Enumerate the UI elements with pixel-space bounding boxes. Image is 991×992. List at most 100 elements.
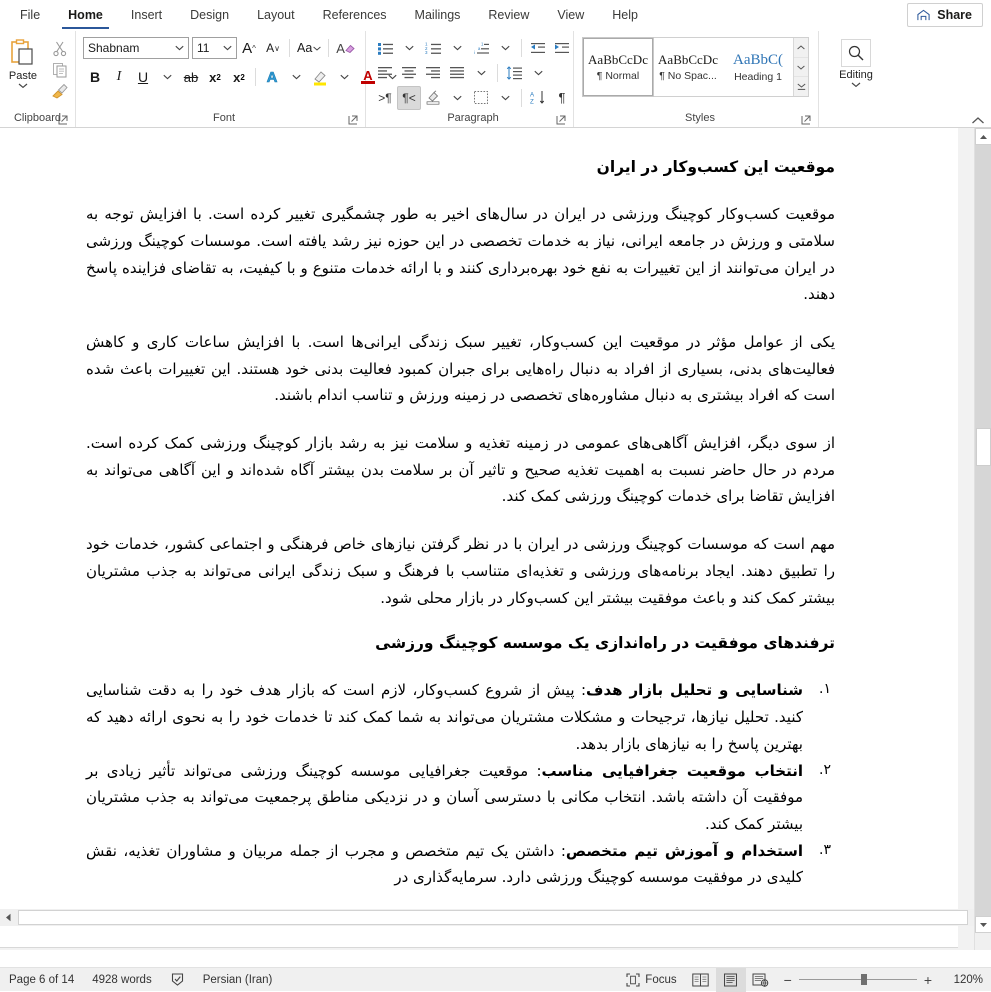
chevron-down-icon[interactable] [313, 46, 321, 51]
text-highlight-button[interactable] [308, 65, 332, 89]
show-marks-button[interactable]: ¶ [550, 86, 574, 110]
tab-home[interactable]: Home [54, 0, 117, 31]
scroll-up-button[interactable] [975, 128, 991, 145]
page-indicator[interactable]: Page 6 of 14 [0, 968, 83, 992]
tab-view[interactable]: View [543, 0, 598, 31]
zoom-slider-handle[interactable] [861, 974, 867, 985]
tab-references[interactable]: References [309, 0, 401, 31]
bullet-list-dropdown[interactable] [397, 36, 421, 60]
chevron-down-icon[interactable] [453, 45, 462, 51]
clear-formatting-button[interactable]: A [333, 36, 358, 60]
chevron-down-icon[interactable] [501, 95, 510, 101]
horizontal-scrollbar[interactable] [0, 909, 974, 926]
document-page[interactable]: موقعیت این کسب‌وکار در ایران موقعیت کسب‌… [0, 128, 958, 948]
clipboard-dialog-launcher-icon[interactable] [58, 115, 69, 126]
borders-dropdown[interactable] [493, 86, 517, 110]
strikethrough-button[interactable]: ab [179, 65, 203, 89]
tab-help[interactable]: Help [598, 0, 652, 31]
tab-file[interactable]: File [6, 0, 54, 31]
multilevel-list-dropdown[interactable] [493, 36, 517, 60]
language-indicator[interactable]: Persian (Iran) [194, 968, 282, 992]
ltr-text-direction-button[interactable]: >¶ [373, 86, 397, 110]
document-body[interactable]: موقعیت این کسب‌وکار در ایران موقعیت کسب‌… [0, 128, 958, 891]
collapse-ribbon-button[interactable] [971, 116, 985, 125]
read-mode-view-button[interactable] [686, 968, 716, 992]
document-canvas[interactable]: موقعیت این کسب‌وکار در ایران موقعیت کسب‌… [0, 128, 991, 950]
zoom-out-button[interactable]: − [784, 973, 792, 987]
zoom-control[interactable]: − + 120% [776, 973, 991, 987]
chevron-down-icon[interactable] [18, 82, 28, 89]
print-layout-view-button[interactable] [716, 968, 746, 992]
chevron-down-icon[interactable] [340, 74, 349, 80]
styles-more-button[interactable] [794, 77, 808, 96]
text-effects-dropdown[interactable] [284, 65, 308, 89]
vertical-scrollbar[interactable] [974, 128, 991, 950]
vertical-scroll-thumb[interactable] [976, 428, 991, 466]
borders-button[interactable] [469, 86, 493, 110]
share-button[interactable]: Share [907, 3, 983, 27]
justify-dropdown[interactable] [469, 61, 493, 85]
style-no-spacing[interactable]: AaBbCcDc ¶ No Spac... [653, 38, 723, 96]
paste-button[interactable]: Paste [0, 35, 46, 89]
rtl-text-direction-button[interactable]: ¶< [397, 86, 421, 110]
font-size-combobox[interactable]: 11 [192, 37, 237, 59]
line-spacing-button[interactable] [502, 61, 526, 85]
horizontal-scroll-thumb[interactable] [18, 910, 968, 925]
chevron-down-icon[interactable] [405, 45, 414, 51]
paragraph-dialog-launcher-icon[interactable] [556, 115, 567, 126]
zoom-in-button[interactable]: + [924, 973, 932, 987]
cut-scissors-icon[interactable] [52, 41, 68, 57]
numbered-list-dropdown[interactable] [445, 36, 469, 60]
chevron-down-icon[interactable] [534, 70, 543, 76]
scroll-down-button[interactable] [975, 916, 991, 933]
chevron-down-icon[interactable] [292, 74, 301, 80]
scroll-left-button[interactable] [0, 909, 17, 926]
chevron-down-icon[interactable] [453, 95, 462, 101]
tab-insert[interactable]: Insert [117, 0, 176, 31]
shading-dropdown[interactable] [445, 86, 469, 110]
shrink-font-button[interactable]: A ∨ [261, 36, 285, 60]
vertical-scroll-track[interactable] [975, 145, 991, 916]
chevron-down-icon[interactable] [477, 70, 486, 76]
focus-mode-button[interactable]: Focus [617, 968, 685, 992]
line-spacing-dropdown[interactable] [526, 61, 550, 85]
chevron-down-icon[interactable] [501, 45, 510, 51]
font-name-combobox[interactable]: Shabnam [83, 37, 189, 59]
proofing-status[interactable] [161, 968, 194, 992]
tab-design[interactable]: Design [176, 0, 243, 31]
italic-button[interactable]: I [107, 65, 131, 89]
zoom-percentage[interactable]: 120% [939, 974, 983, 986]
chevron-down-icon[interactable] [223, 45, 232, 51]
superscript-button[interactable]: x2 [227, 65, 251, 89]
text-effects-button[interactable]: A [260, 65, 284, 89]
format-painter-icon[interactable] [51, 83, 69, 99]
justify-button[interactable] [445, 61, 469, 85]
font-dialog-launcher-icon[interactable] [348, 115, 359, 126]
word-count[interactable]: 4928 words [83, 968, 160, 992]
styles-scroll-down-button[interactable] [794, 58, 808, 78]
subscript-button[interactable]: x2 [203, 65, 227, 89]
numbered-list-button[interactable]: 1 2 3 [421, 36, 445, 60]
chevron-down-icon[interactable] [175, 45, 184, 51]
multilevel-list-button[interactable]: 1 a i [469, 36, 493, 60]
bullet-list-button[interactable] [373, 36, 397, 60]
align-center-button[interactable] [397, 61, 421, 85]
editing-button[interactable]: Editing [819, 35, 893, 88]
copy-icon[interactable] [52, 62, 68, 78]
tab-layout[interactable]: Layout [243, 0, 309, 31]
style-heading-1[interactable]: AaBbC( Heading 1 [723, 38, 793, 96]
underline-dropdown[interactable] [155, 65, 179, 89]
underline-button[interactable]: U [131, 65, 155, 89]
sort-button[interactable]: A Z [526, 86, 550, 110]
increase-indent-button[interactable] [550, 36, 574, 60]
styles-scroll-up-button[interactable] [794, 38, 808, 58]
align-left-button[interactable] [373, 61, 397, 85]
shading-button[interactable] [421, 86, 445, 110]
change-case-button[interactable]: Aa [294, 36, 324, 60]
chevron-down-icon[interactable] [163, 74, 172, 80]
grow-font-button[interactable]: A ^ [237, 36, 261, 60]
decrease-indent-button[interactable] [526, 36, 550, 60]
zoom-slider[interactable] [799, 979, 917, 980]
styles-dialog-launcher-icon[interactable] [801, 115, 812, 126]
tab-review[interactable]: Review [474, 0, 543, 31]
